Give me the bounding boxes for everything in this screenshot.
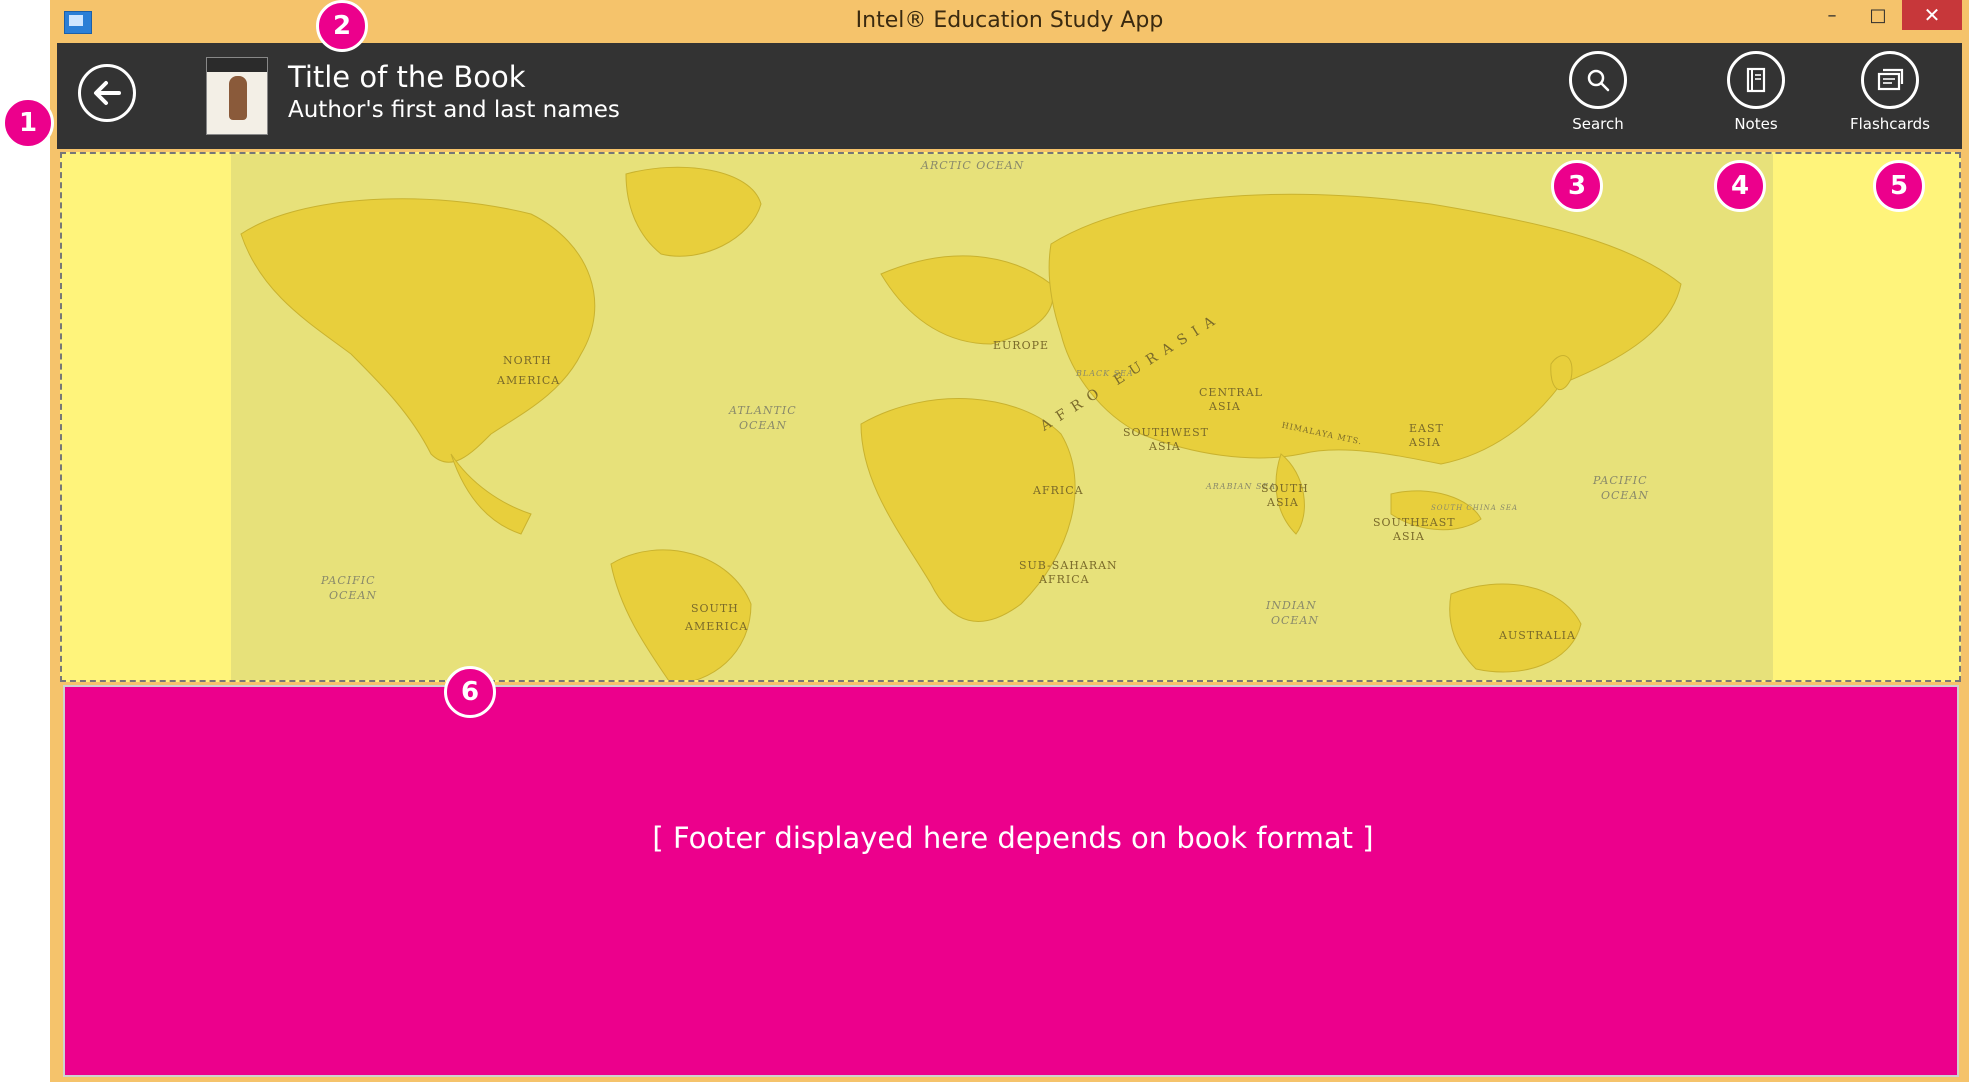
map-label-australia: AUSTRALIA bbox=[1499, 629, 1576, 642]
callout-marker-4: 4 bbox=[1714, 160, 1766, 212]
close-button[interactable]: ✕ bbox=[1902, 0, 1962, 30]
map-label-south-america: AMERICA bbox=[685, 620, 749, 633]
book-author: Author's first and last names bbox=[288, 97, 620, 123]
footer-placeholder-text: [ Footer displayed here depends on book … bbox=[652, 821, 1374, 855]
callout-marker-2: 2 bbox=[316, 0, 368, 52]
callout-marker-5: 5 bbox=[1873, 160, 1925, 212]
app-header: Title of the Book Author's first and las… bbox=[57, 43, 1962, 149]
footer-area: [ Footer displayed here depends on book … bbox=[63, 685, 1959, 1077]
map-label-southeast: SOUTHEAST bbox=[1373, 516, 1456, 529]
notes-label: Notes bbox=[1734, 115, 1778, 133]
map-label-pacific-west: PACIFIC bbox=[1593, 474, 1648, 487]
flashcards-label: Flashcards bbox=[1850, 115, 1930, 133]
book-title: Title of the Book bbox=[288, 60, 526, 94]
map-label-south: SOUTH bbox=[691, 602, 739, 615]
map-label-indian-ocean: OCEAN bbox=[1271, 614, 1320, 627]
book-content-area[interactable]: ARCTIC OCEAN NORTH AMERICA ATLANTIC OCEA… bbox=[60, 152, 1961, 682]
map-label-east-asia: ASIA bbox=[1409, 436, 1441, 449]
map-label-north: NORTH bbox=[503, 354, 552, 367]
map-label-southeast-asia: ASIA bbox=[1393, 530, 1425, 543]
map-label-southwest: SOUTHWEST bbox=[1123, 426, 1209, 439]
map-label-sub-saharan-africa: AFRICA bbox=[1039, 573, 1090, 586]
notes-button[interactable]: Notes bbox=[1701, 51, 1811, 133]
map-label-atlantic: ATLANTIC bbox=[729, 404, 797, 417]
flashcards-icon bbox=[1877, 68, 1904, 91]
map-label-atlantic-ocean: OCEAN bbox=[739, 419, 788, 432]
callout-marker-6: 6 bbox=[444, 666, 496, 718]
map-label-central: CENTRAL bbox=[1199, 386, 1263, 399]
map-label-africa: AFRICA bbox=[1033, 484, 1084, 497]
map-label-central-asia: ASIA bbox=[1209, 400, 1241, 413]
back-arrow-icon bbox=[94, 81, 121, 105]
map-label-pacific-east: PACIFIC bbox=[321, 574, 376, 587]
map-label-east: EAST bbox=[1409, 422, 1444, 435]
map-label-indian: INDIAN bbox=[1266, 599, 1317, 612]
back-button[interactable] bbox=[78, 64, 136, 122]
search-button[interactable]: Search bbox=[1543, 51, 1653, 133]
notes-icon bbox=[1746, 67, 1766, 93]
flashcards-button[interactable]: Flashcards bbox=[1835, 51, 1945, 133]
map-label-south-china-sea: SOUTH CHINA SEA bbox=[1431, 504, 1519, 512]
map-label-south-asia: ASIA bbox=[1267, 496, 1299, 509]
map-label-south-asia-south: SOUTH bbox=[1261, 482, 1309, 495]
map-label-north-america: AMERICA bbox=[497, 374, 561, 387]
map-label-sub-saharan: SUB-SAHARAN bbox=[1019, 559, 1118, 572]
callout-marker-3: 3 bbox=[1551, 160, 1603, 212]
minimize-button[interactable]: – bbox=[1810, 0, 1854, 30]
book-cover-thumbnail bbox=[206, 57, 268, 135]
callout-marker-1: 1 bbox=[2, 97, 54, 149]
map-label-europe: EUROPE bbox=[993, 339, 1050, 352]
map-label-black-sea: BLACK SEA bbox=[1076, 369, 1134, 378]
app-window: Intel® Education Study App – □ ✕ Title o… bbox=[50, 0, 1969, 1082]
search-icon bbox=[1587, 69, 1610, 92]
world-map-graphic bbox=[240, 166, 1682, 680]
map-label-southwest-asia: ASIA bbox=[1149, 440, 1181, 453]
world-map-image: ARCTIC OCEAN NORTH AMERICA ATLANTIC OCEA… bbox=[231, 154, 1773, 680]
map-label-arctic-ocean: ARCTIC OCEAN bbox=[921, 159, 1025, 172]
map-label-pacific-west-ocean: OCEAN bbox=[1601, 489, 1650, 502]
map-label-pacific-east-ocean: OCEAN bbox=[329, 589, 378, 602]
maximize-button[interactable]: □ bbox=[1856, 0, 1900, 30]
search-label: Search bbox=[1572, 115, 1624, 133]
